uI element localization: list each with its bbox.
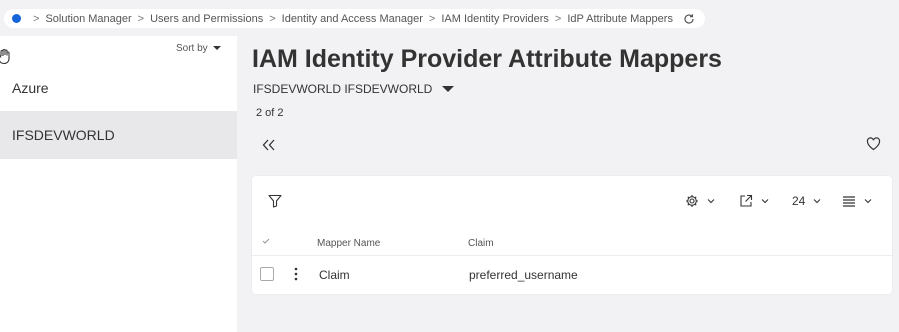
sort-by-label: Sort by — [176, 42, 208, 54]
row-checkbox[interactable] — [260, 267, 274, 281]
chevron-down-icon — [761, 199, 769, 204]
caret-down-icon — [442, 86, 455, 92]
home-dot-icon[interactable] — [12, 14, 21, 23]
table-settings-button[interactable] — [685, 194, 715, 208]
page-title: IAM Identity Provider Attribute Mappers — [252, 45, 722, 73]
view-mode-button[interactable] — [842, 194, 872, 208]
chevron-right-icon: > — [428, 12, 436, 25]
table-card: 24 Mapper Name Claim Claim preferred_use… — [252, 176, 892, 294]
context-label: IFSDEVWORLD IFSDEVWORLD — [253, 82, 433, 96]
export-icon — [740, 194, 753, 207]
chevron-right-icon: > — [554, 12, 562, 25]
breadcrumb-item[interactable]: Identity and Access Manager — [282, 13, 423, 25]
select-all-check-icon[interactable] — [262, 238, 270, 244]
column-header-mapper-name[interactable]: Mapper Name — [317, 238, 380, 249]
heart-icon[interactable] — [866, 137, 881, 151]
gear-icon — [686, 195, 698, 207]
page-size-value: 24 — [792, 194, 806, 208]
export-button[interactable] — [739, 194, 769, 208]
chevron-right-icon: > — [33, 12, 40, 25]
chevron-right-icon: > — [269, 12, 276, 25]
breadcrumb: > Solution Manager > Users and Permissio… — [4, 9, 705, 28]
cell-mapper-name: Claim — [319, 268, 350, 282]
breadcrumb-bar: > Solution Manager > Users and Permissio… — [0, 0, 899, 36]
page-size-select[interactable]: 24 — [792, 194, 821, 208]
breadcrumb-item[interactable]: Users and Permissions — [150, 13, 263, 25]
caret-down-icon — [212, 46, 221, 50]
context-selector[interactable]: IFSDEVWORLD IFSDEVWORLD — [253, 82, 455, 96]
refresh-icon[interactable] — [683, 13, 695, 25]
filter-icon[interactable] — [268, 194, 282, 208]
sidebar-item-ifsdevworld[interactable]: IFSDEVWORLD — [0, 111, 237, 159]
list-view-icon — [843, 196, 855, 207]
double-chevron-left-icon[interactable] — [262, 139, 276, 151]
chevron-down-icon — [864, 199, 872, 204]
chevron-down-icon — [813, 199, 821, 204]
breadcrumb-item[interactable]: Solution Manager — [45, 13, 131, 25]
table-header-row: Mapper Name Claim — [252, 230, 892, 256]
table-row[interactable]: Claim preferred_username — [252, 256, 892, 292]
more-vertical-icon[interactable] — [294, 267, 298, 281]
sidebar-item-label: IFSDEVWORLD — [12, 127, 115, 143]
sidebar: Sort by Azure IFSDEVWORLD — [0, 36, 237, 332]
sidebar-item-azure[interactable]: Azure — [0, 64, 237, 112]
cell-claim: preferred_username — [469, 268, 578, 282]
sidebar-item-label: Azure — [12, 80, 49, 96]
column-header-claim[interactable]: Claim — [468, 238, 494, 249]
record-count: 2 of 2 — [256, 107, 284, 119]
chevron-down-icon — [707, 199, 715, 204]
chevron-right-icon: > — [137, 12, 145, 25]
breadcrumb-item[interactable]: IAM Identity Providers — [441, 13, 549, 25]
breadcrumb-item-current: IdP Attribute Mappers — [567, 12, 673, 25]
sort-by-button[interactable]: Sort by — [170, 40, 227, 56]
